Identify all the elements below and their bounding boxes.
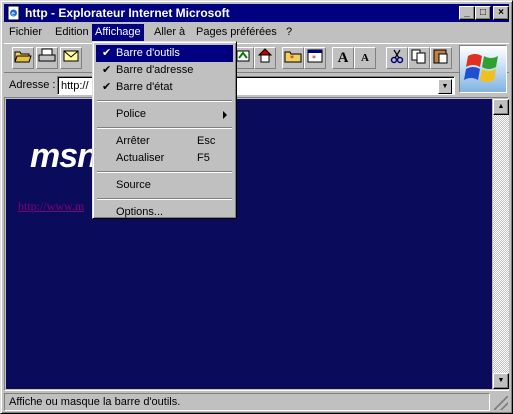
menu-option-options[interactable]: Options...	[96, 204, 233, 221]
open-icon[interactable]	[12, 47, 34, 69]
menu-separator	[97, 100, 232, 102]
scroll-up-button[interactable]: ▲	[493, 99, 509, 115]
close-button[interactable]: ×	[493, 6, 509, 20]
favorites-icon[interactable]: *	[282, 47, 304, 69]
menu-option-status-bar[interactable]: ✔ Barre d'état	[96, 79, 233, 96]
menu-option-label: Police	[116, 108, 146, 120]
content-area: msn http://www.m ▲ ▼	[4, 97, 509, 391]
new-window-icon[interactable]: *	[304, 47, 326, 69]
chevron-down-icon[interactable]: ▼	[438, 79, 452, 94]
mail-icon[interactable]	[60, 47, 82, 69]
menu-option-label: Source	[116, 179, 151, 191]
scroll-down-button[interactable]: ▼	[493, 373, 509, 389]
check-icon: ✔	[102, 81, 112, 93]
menu-pages-preferees[interactable]: Pages préférées	[193, 24, 280, 41]
windows-logo-icon	[459, 45, 507, 93]
svg-text:*: *	[312, 54, 316, 63]
view-menu-dropdown: ✔ Barre d'outils ✔ Barre d'adresse ✔ Bar…	[92, 41, 237, 219]
menu-separator	[97, 127, 232, 129]
check-icon: ✔	[102, 47, 112, 59]
menu-option-label: Barre d'état	[116, 81, 173, 93]
menu-shortcut: F5	[197, 152, 210, 164]
browser-window: e http - Explorateur Internet Microsoft …	[0, 0, 513, 414]
menu-fichier[interactable]: Fichier	[6, 24, 45, 41]
menu-option-stop[interactable]: Arrêter Esc	[96, 133, 233, 150]
ie-document-icon: e	[6, 5, 22, 21]
svg-text:e: e	[11, 11, 15, 18]
menu-option-label: Options...	[116, 206, 164, 218]
check-icon: ✔	[102, 64, 112, 76]
font-larger-icon[interactable]: A	[332, 47, 354, 69]
menu-option-toolbar[interactable]: ✔ Barre d'outils	[96, 45, 233, 62]
copy-icon[interactable]	[408, 47, 430, 69]
menu-edition[interactable]: Edition	[52, 24, 92, 41]
svg-text:*: *	[290, 54, 294, 63]
menu-aller-a[interactable]: Aller à	[151, 24, 188, 41]
menu-option-refresh[interactable]: Actualiser F5	[96, 150, 233, 167]
window-title: http - Explorateur Internet Microsoft	[25, 6, 230, 20]
print-icon[interactable]	[36, 47, 58, 69]
vertical-scrollbar[interactable]: ▲ ▼	[493, 99, 509, 389]
font-smaller-icon[interactable]: A	[354, 47, 376, 69]
menu-option-label: Actualiser	[116, 152, 165, 164]
menu-option-address-bar[interactable]: ✔ Barre d'adresse	[96, 62, 233, 79]
menu-option-label: Barre d'adresse	[116, 64, 194, 76]
menu-option-font[interactable]: Police	[96, 106, 233, 123]
address-label: Adresse :	[9, 79, 56, 91]
paste-icon[interactable]	[430, 47, 452, 69]
menu-affichage[interactable]: Affichage	[92, 24, 144, 41]
status-text: Affiche ou masque la barre d'outils.	[4, 393, 490, 411]
menu-option-label: Barre d'outils	[116, 47, 180, 59]
resize-grip-icon[interactable]	[494, 396, 508, 410]
page-link[interactable]: http://www.m	[18, 199, 84, 214]
title-bar[interactable]: e http - Explorateur Internet Microsoft …	[4, 4, 509, 22]
status-bar: Affiche ou masque la barre d'outils.	[4, 393, 509, 411]
toolbar: * * A A	[4, 43, 509, 73]
address-value: http://	[61, 80, 89, 92]
menu-separator	[97, 198, 232, 200]
menu-separator	[97, 171, 232, 173]
menu-option-label: Arrêter	[116, 135, 150, 147]
maximize-button[interactable]: □	[475, 6, 491, 20]
web-page[interactable]: msn http://www.m	[6, 99, 492, 389]
cut-icon[interactable]	[386, 47, 408, 69]
menu-option-source[interactable]: Source	[96, 177, 233, 194]
submenu-arrow-icon	[223, 111, 227, 119]
menu-help[interactable]: ?	[283, 24, 295, 41]
msn-logo[interactable]: msn	[30, 137, 98, 176]
minimize-button[interactable]: _	[459, 6, 475, 20]
menu-bar: Fichier Edition Affichage Aller à Pages …	[4, 23, 509, 42]
home-icon[interactable]	[254, 47, 276, 69]
menu-shortcut: Esc	[197, 135, 216, 147]
